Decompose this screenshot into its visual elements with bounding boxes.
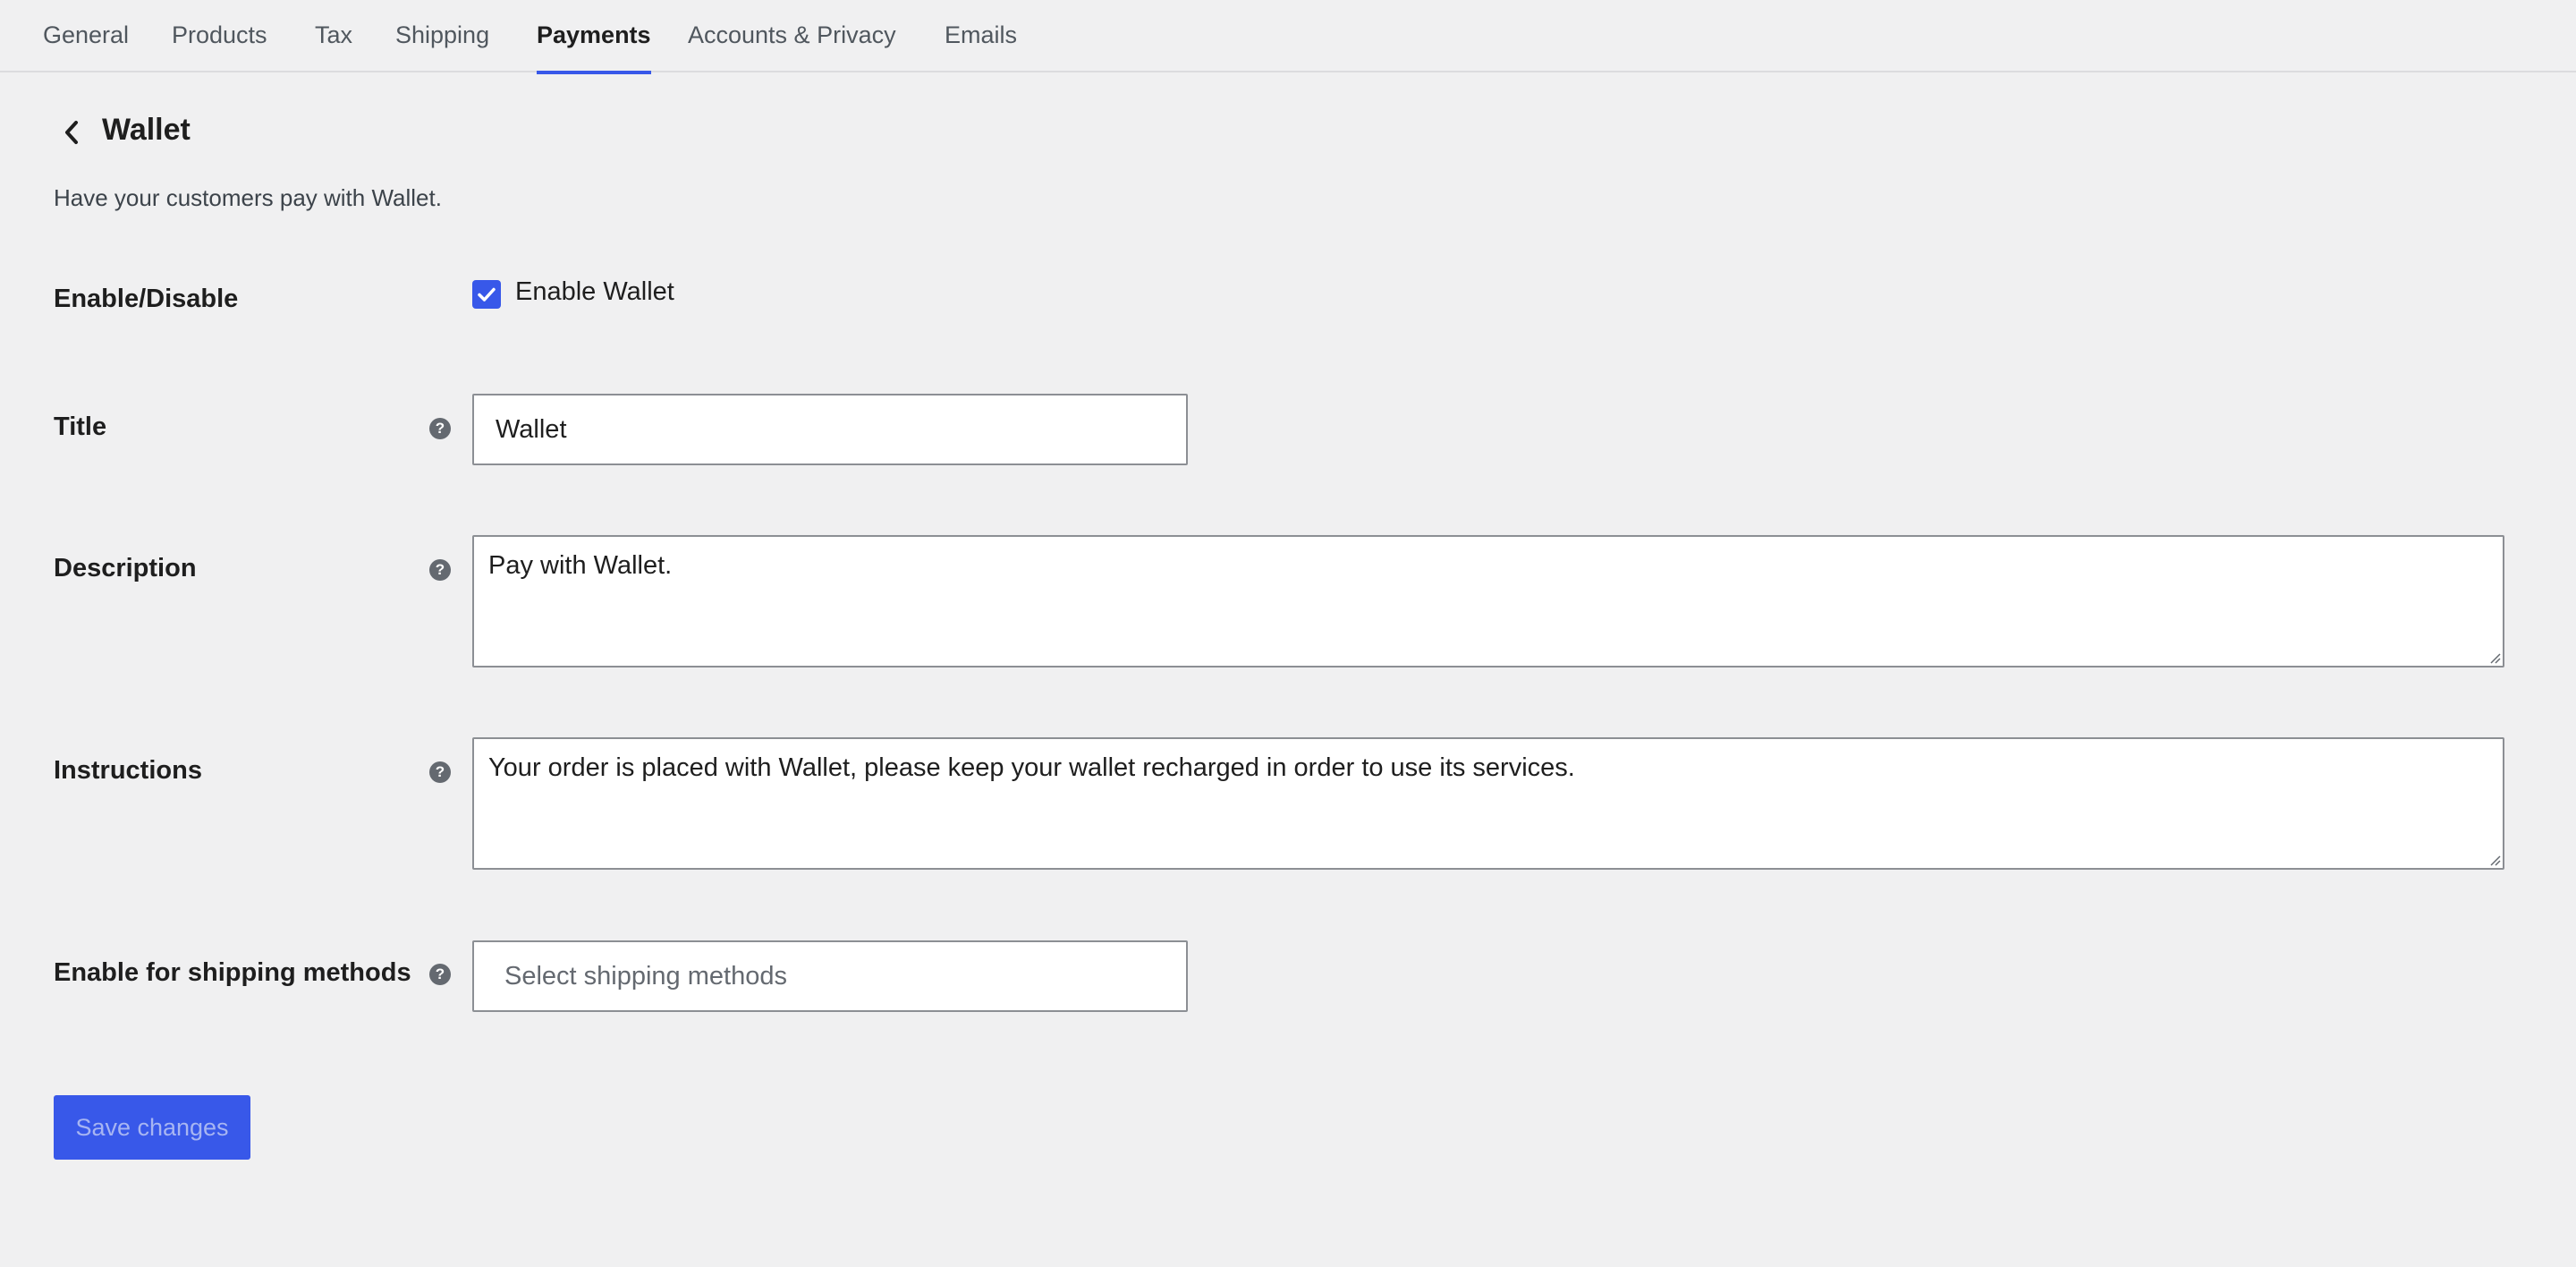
help-icon[interactable]: ? [429, 559, 451, 581]
checkmark-icon [478, 287, 496, 302]
tab-payments[interactable]: Payments [537, 0, 651, 74]
help-icon[interactable]: ? [429, 761, 451, 783]
tab-accounts-privacy[interactable]: Accounts & Privacy [688, 0, 896, 72]
instructions-textarea[interactable]: Your order is placed with Wallet, please… [472, 737, 2504, 870]
resize-handle-icon[interactable] [2487, 650, 2501, 664]
enable-wallet-label[interactable]: Enable Wallet [515, 277, 674, 307]
page-title: Wallet [102, 113, 191, 147]
description-label: Description [54, 554, 197, 582]
back-button[interactable] [54, 115, 89, 150]
tab-shipping[interactable]: Shipping [395, 0, 489, 72]
description-textarea[interactable]: Pay with Wallet. [472, 535, 2504, 668]
shipping-methods-select[interactable]: Select shipping methods [472, 940, 1188, 1012]
tab-products[interactable]: Products [172, 0, 267, 72]
help-icon[interactable]: ? [429, 964, 451, 985]
title-input[interactable]: Wallet [472, 394, 1188, 465]
tab-emails[interactable]: Emails [945, 0, 1017, 72]
page-description: Have your customers pay with Wallet. [54, 184, 442, 211]
instructions-label: Instructions [54, 756, 202, 785]
instructions-value: Your order is placed with Wallet, please… [488, 753, 1575, 782]
tab-tax[interactable]: Tax [315, 0, 352, 72]
tab-general[interactable]: General [43, 0, 129, 72]
settings-tabs: General Products Tax Shipping Payments A… [0, 0, 2576, 74]
description-value: Pay with Wallet. [488, 551, 673, 580]
enable-wallet-checkbox[interactable] [472, 280, 501, 309]
help-icon[interactable]: ? [429, 418, 451, 439]
enable-disable-label: Enable/Disable [54, 285, 239, 313]
chevron-left-icon [65, 121, 78, 144]
save-button[interactable]: Save changes [54, 1095, 250, 1160]
resize-handle-icon[interactable] [2487, 852, 2501, 866]
shipping-methods-label: Enable for shipping methods [54, 958, 411, 987]
title-label: Title [54, 412, 107, 441]
